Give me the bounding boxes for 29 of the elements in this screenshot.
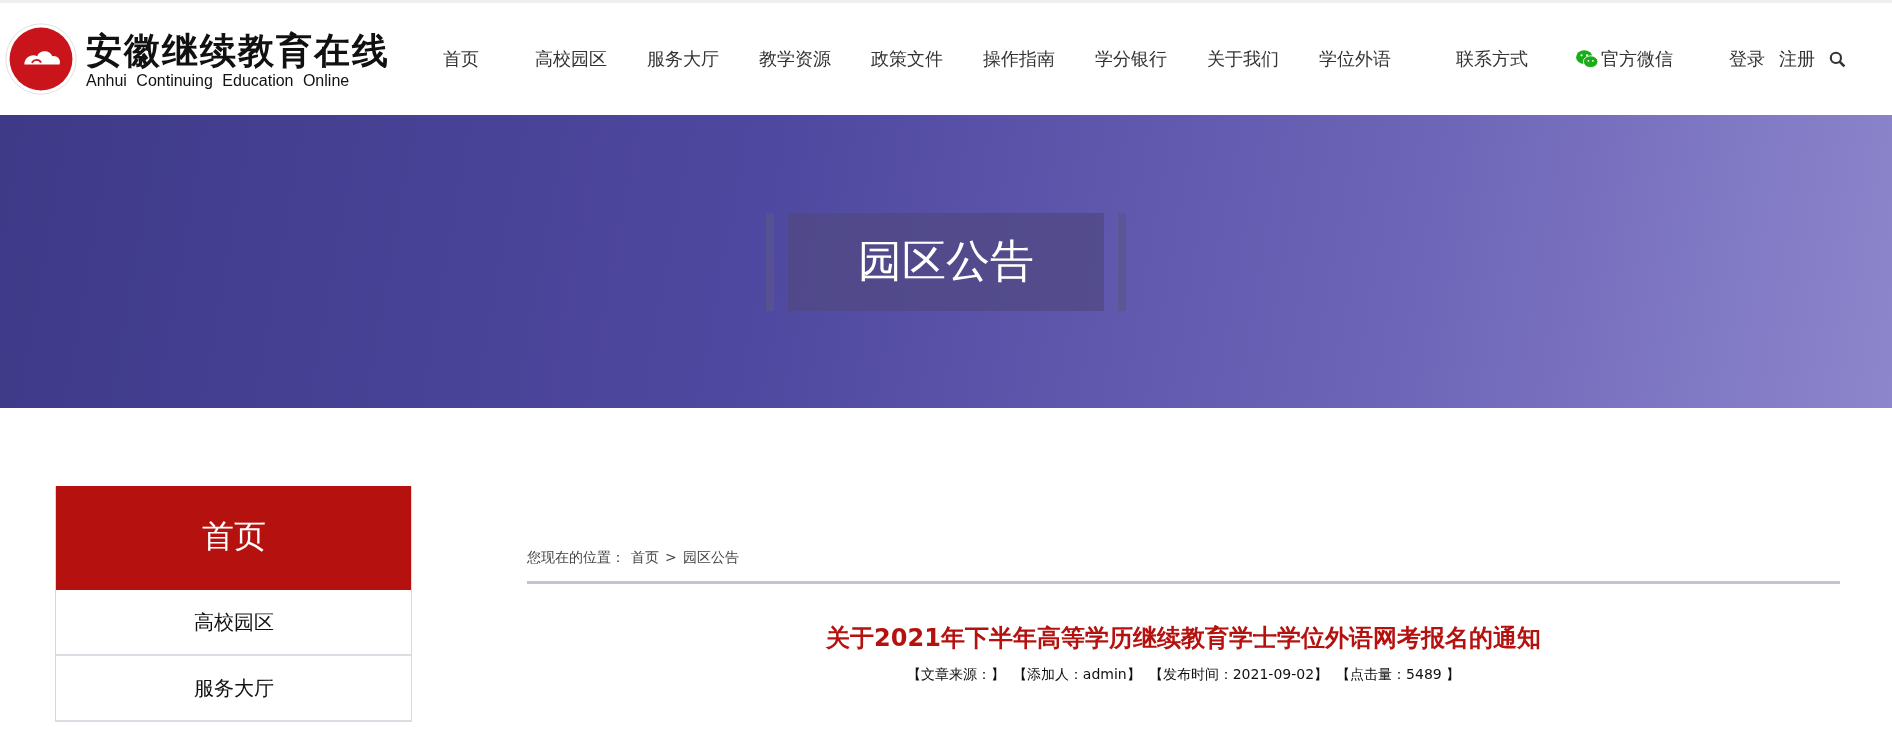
- article-title: 关于2021年下半年高等学历继续教育学士学位外语网考报名的通知: [825, 623, 1542, 654]
- nav-link[interactable]: 官方微信: [1575, 47, 1673, 71]
- article-meta: 【添加人：admin】: [1012, 666, 1141, 684]
- search-icon[interactable]: [1829, 50, 1846, 68]
- nav-link[interactable]: 关于我们: [1207, 47, 1279, 71]
- sidebar-item[interactable]: 首页: [56, 486, 411, 590]
- breadcrumb-link[interactable]: 园区公告: [682, 549, 739, 567]
- breadcrumb-link[interactable]: 首页: [631, 549, 659, 567]
- article-meta: 【文章来源：】: [906, 666, 1005, 684]
- site-logo-title: 安徽继续教育在线: [86, 28, 390, 72]
- account-link[interactable]: 注册: [1779, 47, 1815, 71]
- nav-link[interactable]: 操作指南: [983, 47, 1055, 71]
- banner-title: 园区公告: [788, 212, 1104, 311]
- chat-bubbles-icon: [1575, 49, 1599, 69]
- account-link[interactable]: 登录: [1729, 47, 1765, 71]
- breadcrumb-label: 您现在的位置：: [527, 549, 625, 567]
- nav-link[interactable]: 学位外语: [1319, 47, 1391, 71]
- article-meta: 【点击量：5489 】: [1336, 666, 1461, 684]
- nav-link[interactable]: 联系方式: [1456, 47, 1528, 71]
- article-meta: 【发布时间：2021-09-02】: [1148, 666, 1329, 684]
- nav-link[interactable]: 高校园区: [535, 47, 607, 71]
- nav-link[interactable]: 学分银行: [1095, 47, 1167, 71]
- nav-link[interactable]: 教学资源: [759, 47, 831, 71]
- logo-emblem-icon: [4, 22, 78, 96]
- breadcrumb-separator: >: [665, 549, 677, 567]
- nav-link[interactable]: 首页: [443, 47, 479, 71]
- site-logo-subtitle: Anhui Continuing Education Online: [86, 72, 351, 90]
- nav-link[interactable]: 服务大厅: [647, 47, 719, 71]
- nav-link[interactable]: 政策文件: [871, 47, 943, 71]
